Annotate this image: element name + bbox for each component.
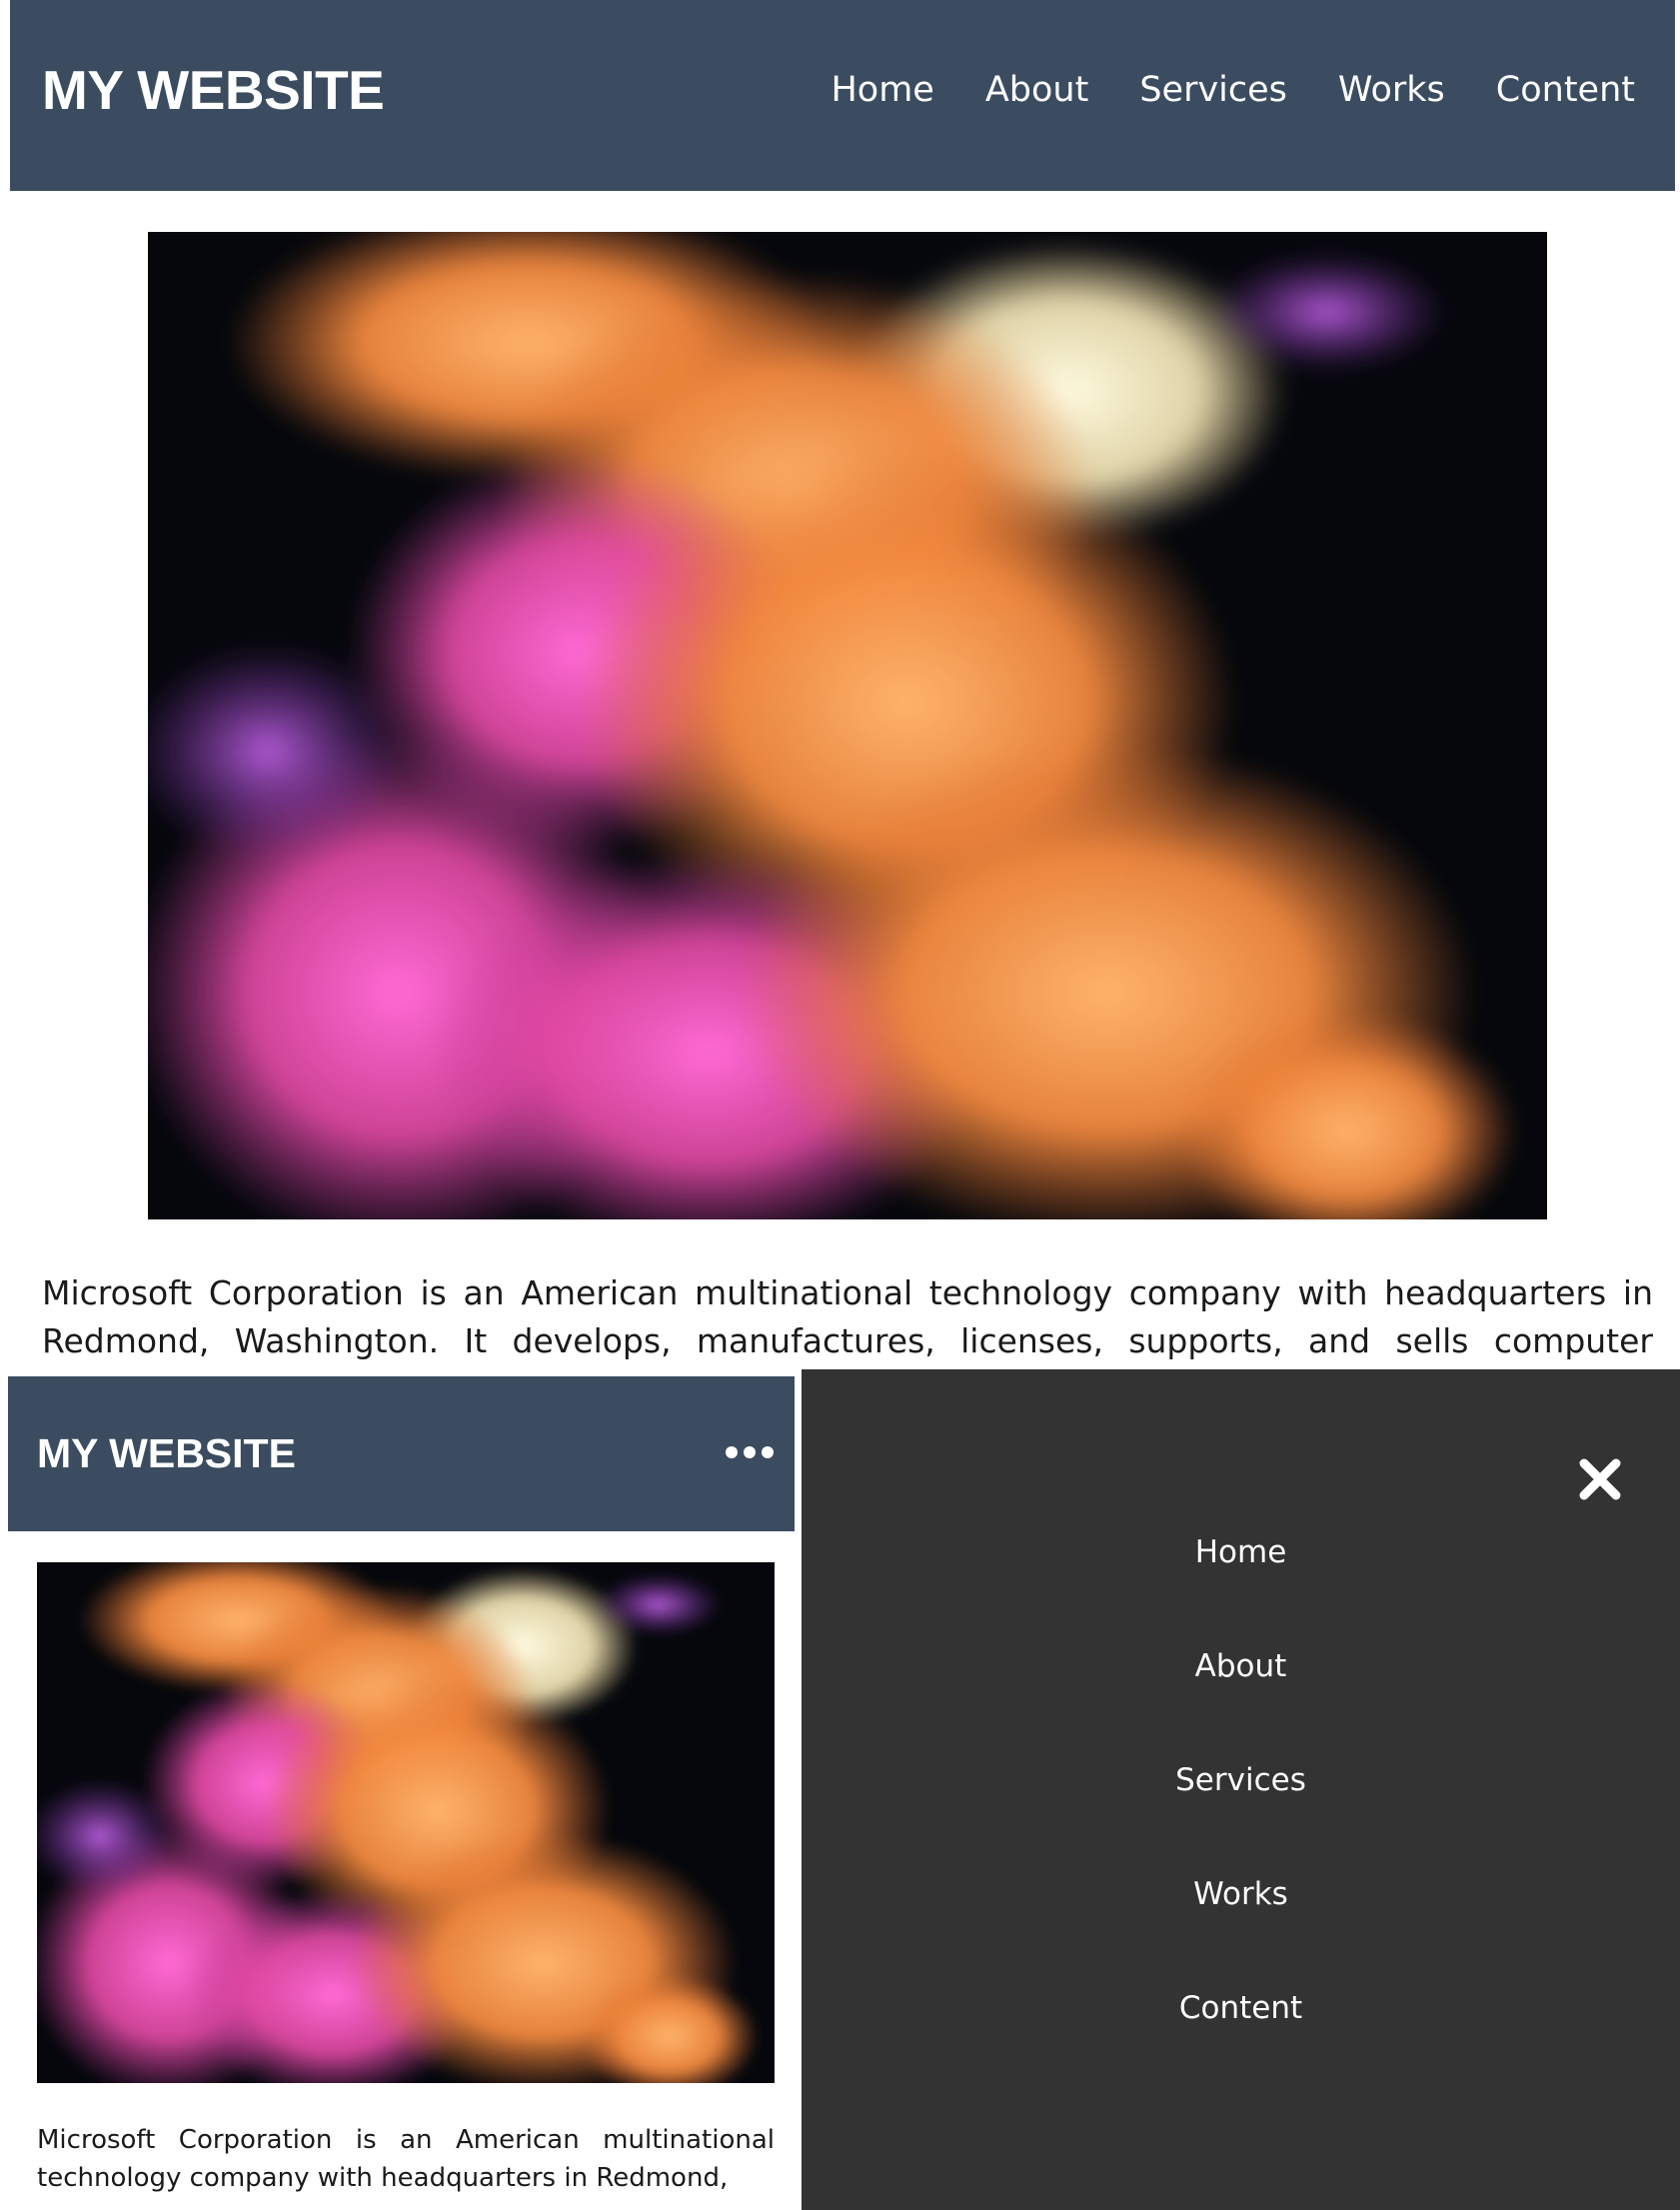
hero-image bbox=[148, 232, 1547, 1219]
mobile-body-text: Microsoft Corporation is an American mul… bbox=[37, 2125, 775, 2193]
overlay-link-services[interactable]: Services bbox=[1175, 1762, 1306, 1798]
overlay-link-works[interactable]: Works bbox=[1193, 1876, 1288, 1912]
mobile-site-logo[interactable]: MY WEBSITE bbox=[37, 1430, 296, 1477]
nav-link-about[interactable]: About bbox=[985, 70, 1088, 110]
body-text: Microsoft Corporation is an American mul… bbox=[42, 1273, 1653, 1360]
more-dots-icon[interactable] bbox=[725, 1442, 775, 1462]
nav-link-services[interactable]: Services bbox=[1139, 70, 1287, 110]
nav-link-home[interactable]: Home bbox=[831, 70, 933, 110]
nav-link-content[interactable]: Content bbox=[1496, 70, 1635, 110]
close-icon[interactable] bbox=[1578, 1457, 1622, 1501]
overlay-nav-item: Content bbox=[802, 1990, 1680, 2104]
desktop-header: MY WEBSITE Home About Services Works Con… bbox=[10, 0, 1675, 191]
overlay-link-about[interactable]: About bbox=[1195, 1648, 1287, 1684]
mobile-hero-image bbox=[37, 1562, 775, 2083]
site-logo[interactable]: MY WEBSITE bbox=[42, 58, 385, 122]
overlay-nav-item: Works bbox=[802, 1876, 1680, 1990]
overlay-nav: Home About Services Works Content bbox=[802, 1534, 1680, 2104]
mobile-header: MY WEBSITE bbox=[8, 1376, 795, 1531]
overlay-link-home[interactable]: Home bbox=[1195, 1534, 1287, 1570]
overlay-nav-item: Services bbox=[802, 1762, 1680, 1876]
nav-link-works[interactable]: Works bbox=[1338, 70, 1445, 110]
overlay-nav-item: About bbox=[802, 1648, 1680, 1762]
overlay-menu: Home About Services Works Content bbox=[802, 1369, 1680, 2210]
overlay-link-content[interactable]: Content bbox=[1179, 1990, 1302, 2026]
mobile-view: MY WEBSITE Microsoft Corporation is an A… bbox=[8, 1376, 795, 2210]
overlay-nav-item: Home bbox=[802, 1534, 1680, 1648]
desktop-nav: Home About Services Works Content bbox=[831, 70, 1635, 110]
